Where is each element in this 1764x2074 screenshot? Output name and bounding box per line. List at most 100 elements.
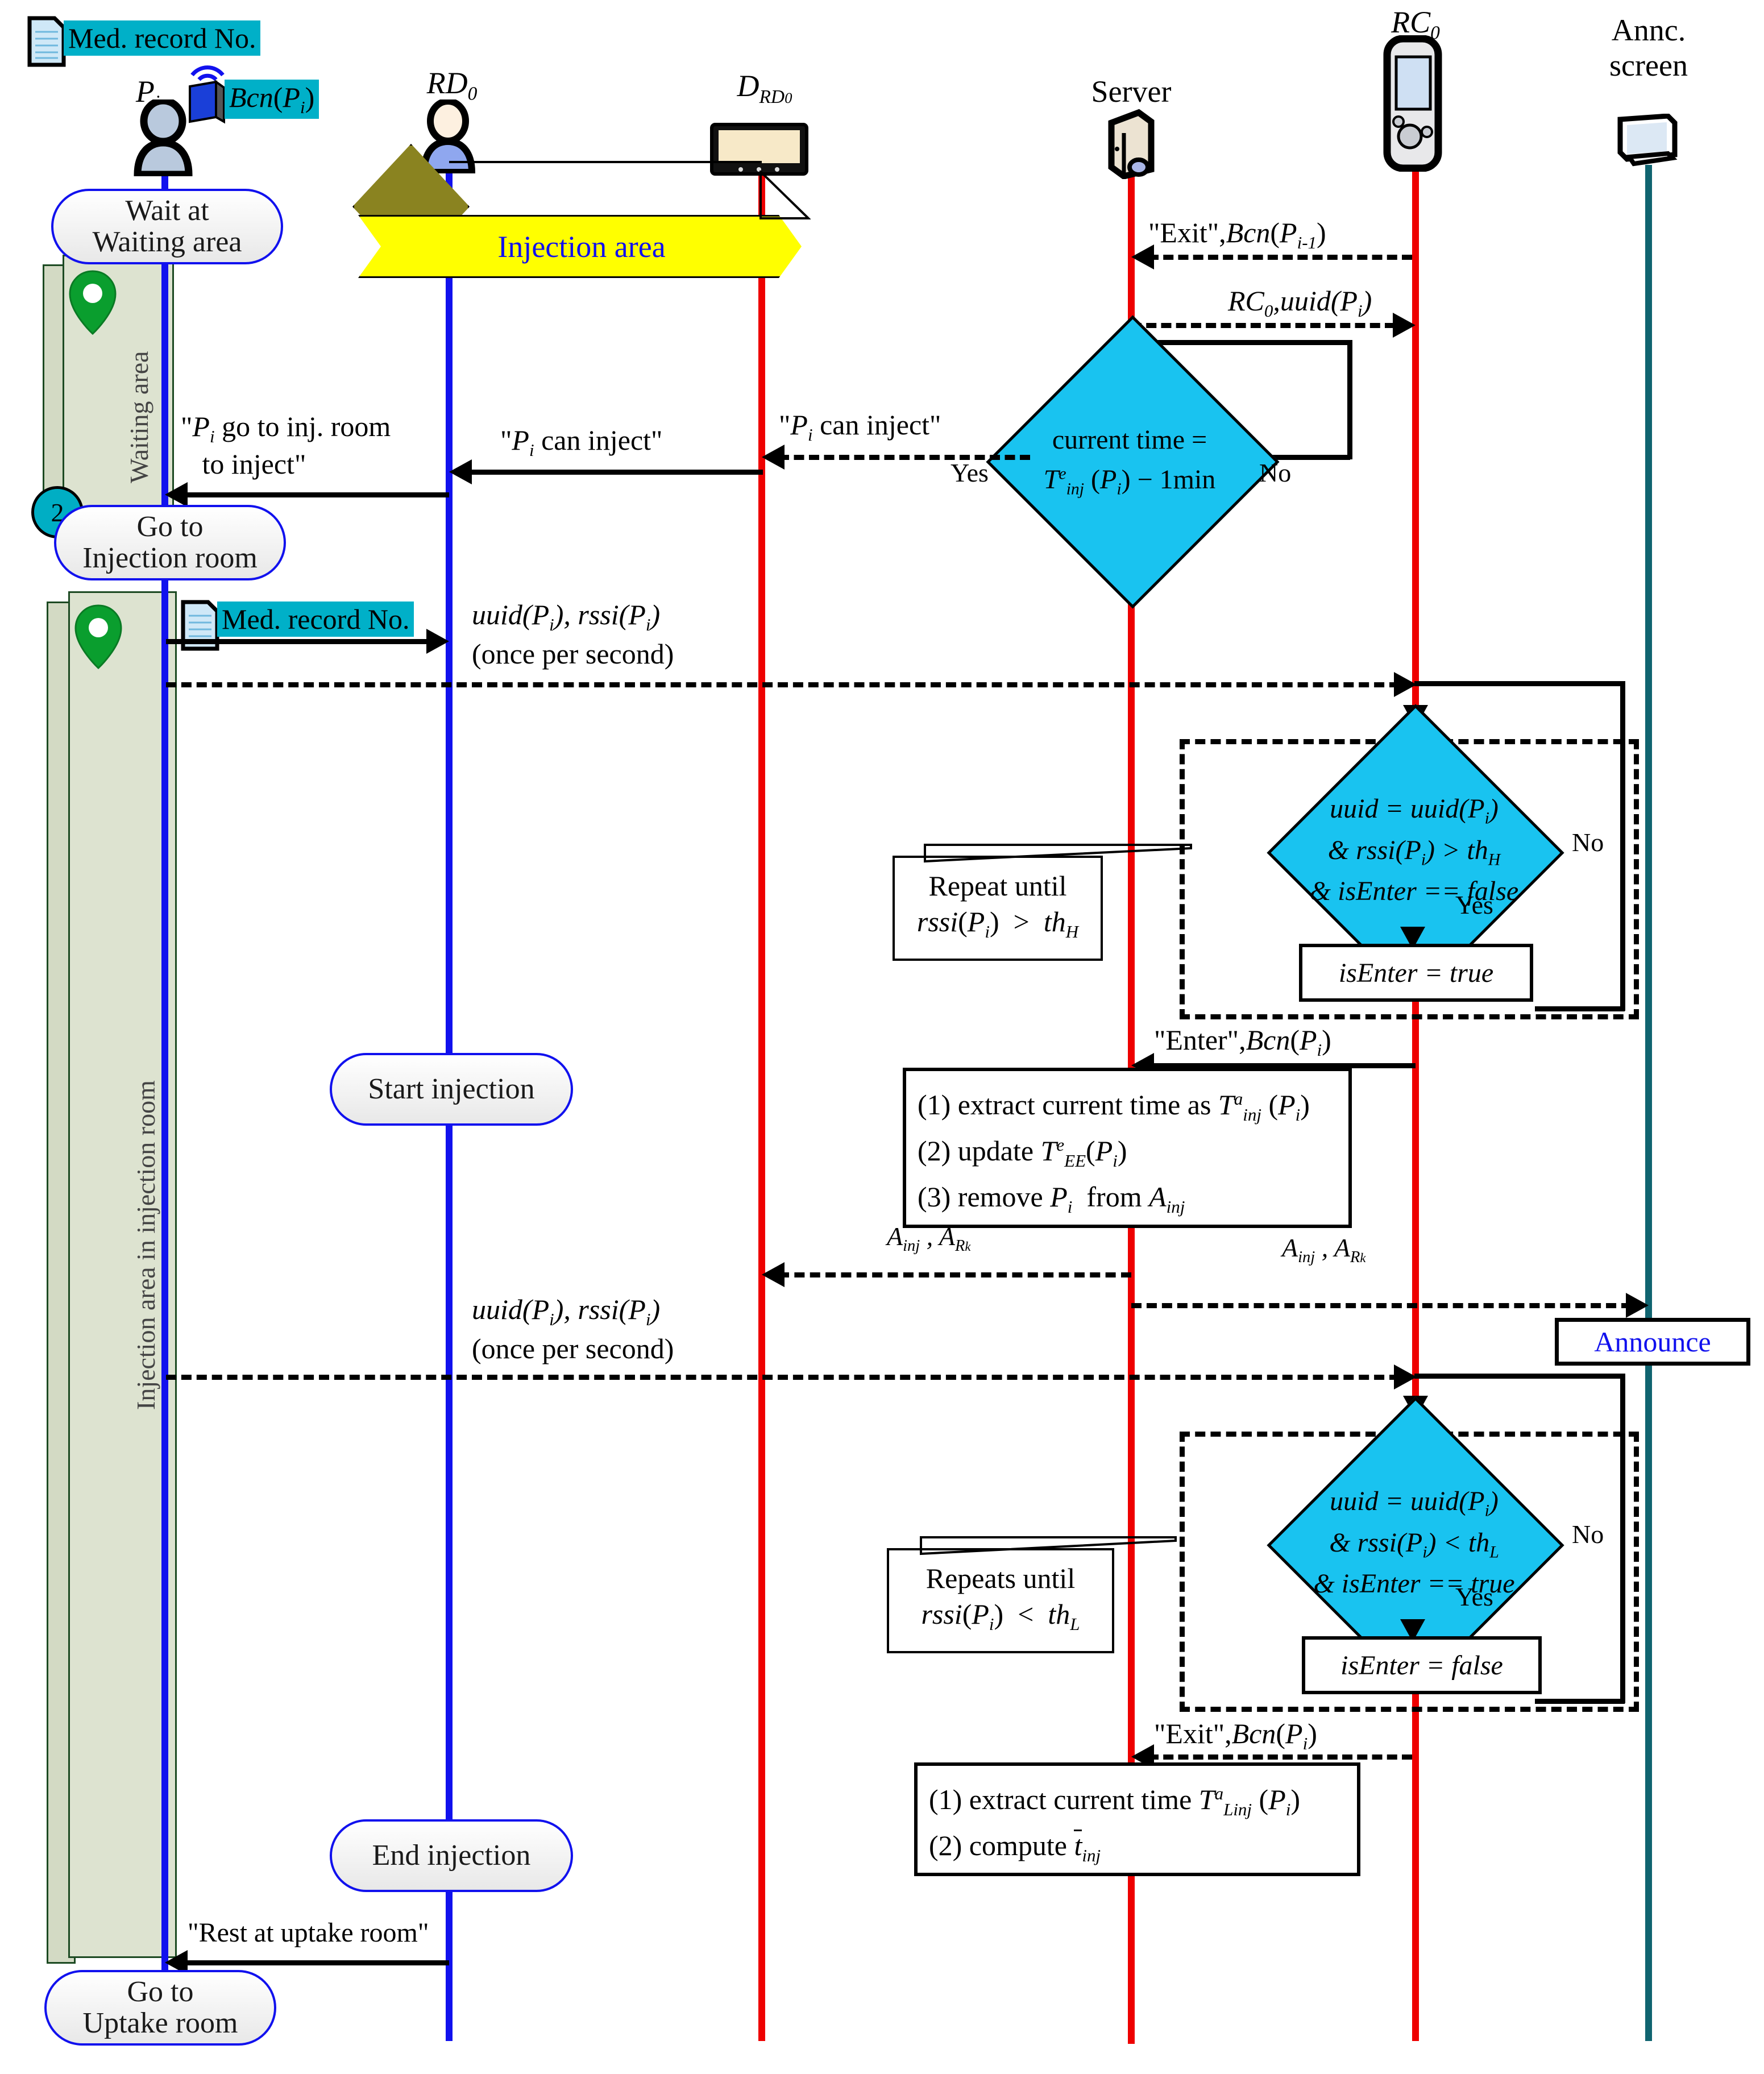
arrowhead-goto-inj [165, 482, 188, 507]
lifeline-label-annc-screen: Annc. screen [1609, 13, 1688, 83]
beacon-tag-label: Bcn(Pi) [225, 80, 319, 119]
action2-line2: (2) compute tinj [929, 1829, 1101, 1865]
state-wait-line2: Waiting area [92, 225, 242, 258]
message-label-ainj-ark-screen: Ainj , ARk [1282, 1233, 1366, 1266]
note2-leader-line [920, 1536, 1177, 1555]
decision2-no-label: No [1572, 828, 1604, 857]
message-label-ainj-ark-device: Ainj , ARk [887, 1222, 971, 1255]
message-arrow-can-inject-rd [466, 470, 763, 475]
state-start-injection-label: Start injection [368, 1072, 535, 1105]
message-arrow-med-record [166, 639, 429, 644]
state-goto-uptake-line2: Uptake room [82, 2006, 238, 2039]
message-label-rest-uptake: "Rest at uptake room" [188, 1918, 429, 1948]
message-label-exit: "Exit",Bcn(Pi) [1154, 1718, 1317, 1753]
message-arrow-goto-inj [182, 492, 449, 497]
device-connector-shape [759, 171, 811, 219]
message-arrow-exit [1148, 1754, 1412, 1760]
monitor-icon-annc-screen [1617, 114, 1678, 167]
sequence-diagram-canvas: Waiting area Injection area in injection… [0, 0, 1764, 2074]
decision1-loop-right [1347, 340, 1352, 459]
message-arrow-rc-uuid [1131, 323, 1395, 328]
arrowhead-can-inject-device [762, 445, 785, 470]
lifeline-rc [1412, 171, 1419, 2041]
arrowhead-uuid-rssi-2 [1394, 1364, 1417, 1389]
note2-line2: rssi(Pi) < thL [921, 1598, 1080, 1634]
action-box-server-exit: (1) extract current time TaLinj (Pi) (2)… [914, 1762, 1360, 1876]
state-start-injection[interactable]: Start injection [330, 1053, 573, 1126]
message-label-uuid-rssi-2: uuid(Pi), rssi(Pi) (once per second) [472, 1293, 674, 1364]
message-label-goto-inj: "Pi go to inj. room to inject" [181, 410, 391, 480]
wifi-signal-icon [190, 65, 225, 81]
decision1-line2: Teinj (Pi) − 1min [1043, 464, 1216, 498]
decision3-no-label: No [1572, 1520, 1604, 1549]
beacon-icon [189, 80, 225, 124]
decision1-no-label: No [1259, 458, 1292, 487]
assignment-isenter-true: isEnter = true [1299, 944, 1533, 1002]
injection-area-band-wrapper: Injection area [358, 215, 802, 278]
arrowhead-uuid-rssi-1 [1394, 672, 1417, 697]
action1-line1: (1) extract current time as Tainj (Pi) [918, 1088, 1310, 1125]
note1-leader-line [924, 844, 1192, 863]
message-label-rc-uuid: RC0,uuid(Pi) [1228, 285, 1372, 321]
message-label-exit-prev: "Exit",Bcn(Pi-1) [1148, 217, 1326, 252]
arrowhead-ainj-ark-device [762, 1262, 785, 1287]
decision2-loop-top [1414, 681, 1625, 686]
injection-room-label: Injection area in injection room [131, 1080, 160, 1410]
lifeline-label-device: DRD0 [737, 69, 792, 107]
assignment-isenter-false: isEnter = false [1302, 1636, 1542, 1694]
state-end-injection[interactable]: End injection [330, 1819, 573, 1892]
action2-line1: (1) extract current time TaLinj (Pi) [929, 1783, 1301, 1819]
mobile-icon-rc [1383, 35, 1442, 172]
decision1-yes-label: Yes [951, 458, 989, 487]
message-arrow-can-inject-device [779, 455, 1030, 460]
server-icon [1108, 109, 1155, 179]
message-label-can-inject-rd: "Pi can inject" [500, 424, 663, 460]
message-arrow-ainj-ark-screen [1131, 1303, 1632, 1308]
document-icon-med-record-top [27, 16, 66, 67]
device-connector-line [449, 161, 762, 163]
state-end-injection-label: End injection [372, 1839, 531, 1872]
state-goto-uptake-line1: Go to [127, 1975, 194, 2008]
arrowhead-rc-uuid [1393, 313, 1416, 338]
message-label-can-inject-device: "Pi can inject" [779, 409, 941, 445]
message-label-enter: "Enter",Bcn(Pi) [1154, 1024, 1331, 1060]
state-goto-inj-line2: Injection room [82, 541, 258, 574]
lifeline-patient [161, 173, 168, 2044]
map-pin-icon-waiting [69, 270, 117, 335]
decision2-line1: uuid = uuid(Pi) [1330, 794, 1499, 828]
med-record-tag-mid: Med. record No. [217, 602, 414, 637]
lifeline-label-server: Server [1091, 74, 1172, 109]
decision2-yes-label: Yes [1455, 890, 1493, 919]
state-goto-uptake-room[interactable]: Go to Uptake room [44, 1970, 276, 2046]
note1-line2: rssi(Pi) > thH [916, 905, 1079, 941]
state-wait-at-waiting-area[interactable]: Wait at Waiting area [51, 189, 283, 264]
message-arrow-rest-uptake [182, 1960, 449, 1965]
decision-enter-condition-text: uuid = uuid(Pi) & rssi(Pi) > thH & isEnt… [1259, 749, 1569, 951]
decision-exit-condition-text: uuid = uuid(Pi) & rssi(Pi) < thL & isEnt… [1259, 1442, 1569, 1644]
message-arrow-ainj-ark-device [779, 1272, 1131, 1277]
arrowhead-can-inject-rd [449, 459, 472, 484]
decision-current-time-text: current time = Teinj (Pi) − 1min [996, 375, 1263, 546]
arrowhead-exit-prev [1131, 244, 1154, 269]
action1-line3: (3) remove Pi from Ainj [918, 1180, 1185, 1217]
state-goto-injection-room[interactable]: Go to Injection room [54, 505, 286, 580]
message-arrow-uuid-rssi-1 [166, 682, 1400, 687]
arrowhead-med-record [426, 629, 449, 654]
waiting-area-label: Waiting area [124, 351, 153, 483]
message-arrow-uuid-rssi-2 [166, 1375, 1400, 1380]
announce-box: Announce [1555, 1318, 1750, 1366]
decision1-line1: current time = [1052, 424, 1207, 455]
decision2-line2: & rssi(Pi) > thH [1327, 835, 1501, 869]
injection-area-band: Injection area [358, 215, 802, 278]
state-goto-inj-line1: Go to [136, 510, 204, 543]
state-wait-line1: Wait at [125, 194, 209, 227]
action1-line2: (2) update TeEE(Pi) [918, 1134, 1127, 1171]
message-label-uuid-rssi-1: uuid(Pi), rssi(Pi) (once per second) [472, 599, 674, 670]
map-pin-icon-injection [74, 604, 122, 670]
tablet-icon-device [710, 123, 808, 176]
message-arrow-exit-prev [1148, 255, 1412, 260]
med-record-tag-top: Med. record No. [64, 20, 261, 56]
arrowhead-ainj-ark-screen [1626, 1293, 1649, 1318]
action-box-server-enter: (1) extract current time as Tainj (Pi) (… [903, 1068, 1352, 1228]
decision1-loop-top [1130, 340, 1352, 345]
